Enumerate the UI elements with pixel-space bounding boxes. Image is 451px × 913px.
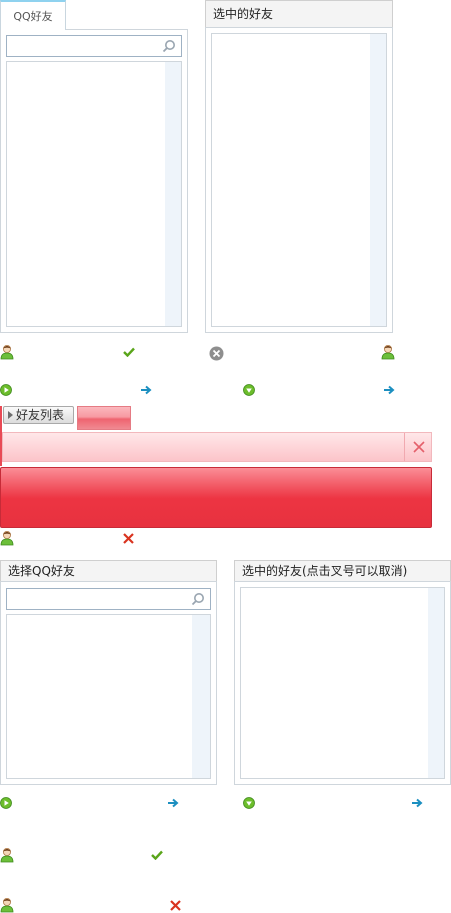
selected-friend-list[interactable] <box>240 587 445 779</box>
select-qq-friends-panel <box>0 581 217 785</box>
selected-friend-list[interactable] <box>211 33 387 327</box>
close-icon[interactable] <box>413 441 425 453</box>
arrow-right-icon[interactable] <box>167 798 179 808</box>
pink-notice-bar <box>2 432 432 462</box>
friend-list-button[interactable]: 好友列表 <box>3 406 74 424</box>
scrollbar[interactable] <box>370 34 386 326</box>
user-avatar-icon <box>0 848 14 863</box>
down-circle-icon[interactable] <box>243 384 255 396</box>
selected-friends-cancel-header: 选中的好友(点击叉号可以取消) <box>234 560 451 582</box>
friend-list[interactable] <box>6 614 211 779</box>
search-icon[interactable] <box>162 39 176 53</box>
search-input[interactable] <box>6 588 211 610</box>
arrow-right-icon[interactable] <box>411 798 423 808</box>
select-qq-friends-header: 选择QQ好友 <box>0 560 217 582</box>
x-icon[interactable] <box>123 533 134 544</box>
scrollbar[interactable] <box>192 615 210 778</box>
check-icon[interactable] <box>123 347 135 357</box>
play-circle-icon[interactable] <box>0 384 12 396</box>
play-circle-icon[interactable] <box>0 797 12 809</box>
friend-list-button-label: 好友列表 <box>16 408 65 422</box>
selected-friends-panel <box>205 27 393 333</box>
arrow-right-icon[interactable] <box>140 385 152 395</box>
x-icon[interactable] <box>170 900 181 911</box>
red-button-small[interactable] <box>77 406 131 430</box>
scrollbar[interactable] <box>165 62 181 326</box>
remove-circle-icon[interactable] <box>209 346 224 361</box>
selected-friends-header: 选中的好友 <box>205 0 393 28</box>
down-circle-icon[interactable] <box>243 797 255 809</box>
user-avatar-icon <box>0 345 14 360</box>
user-avatar-icon <box>0 531 14 546</box>
friend-list[interactable] <box>6 61 182 327</box>
qq-friends-panel <box>0 29 188 333</box>
check-icon[interactable] <box>151 850 163 860</box>
scrollbar[interactable] <box>428 588 444 778</box>
red-button-large[interactable] <box>0 467 432 528</box>
selected-friends-cancel-title: 选中的好友(点击叉号可以取消) <box>242 564 408 578</box>
search-icon[interactable] <box>191 592 205 606</box>
select-qq-friends-title: 选择QQ好友 <box>8 564 75 578</box>
search-input[interactable] <box>6 35 182 57</box>
triangle-right-icon <box>8 411 13 419</box>
selected-friends-cancel-panel <box>234 581 451 785</box>
user-avatar-icon <box>0 898 14 913</box>
selected-friends-title: 选中的好友 <box>213 7 274 21</box>
close-button[interactable] <box>404 433 431 461</box>
tab-qq-friends[interactable]: QQ好友 <box>0 0 66 30</box>
arrow-right-icon[interactable] <box>383 385 395 395</box>
user-avatar-icon <box>381 345 395 360</box>
